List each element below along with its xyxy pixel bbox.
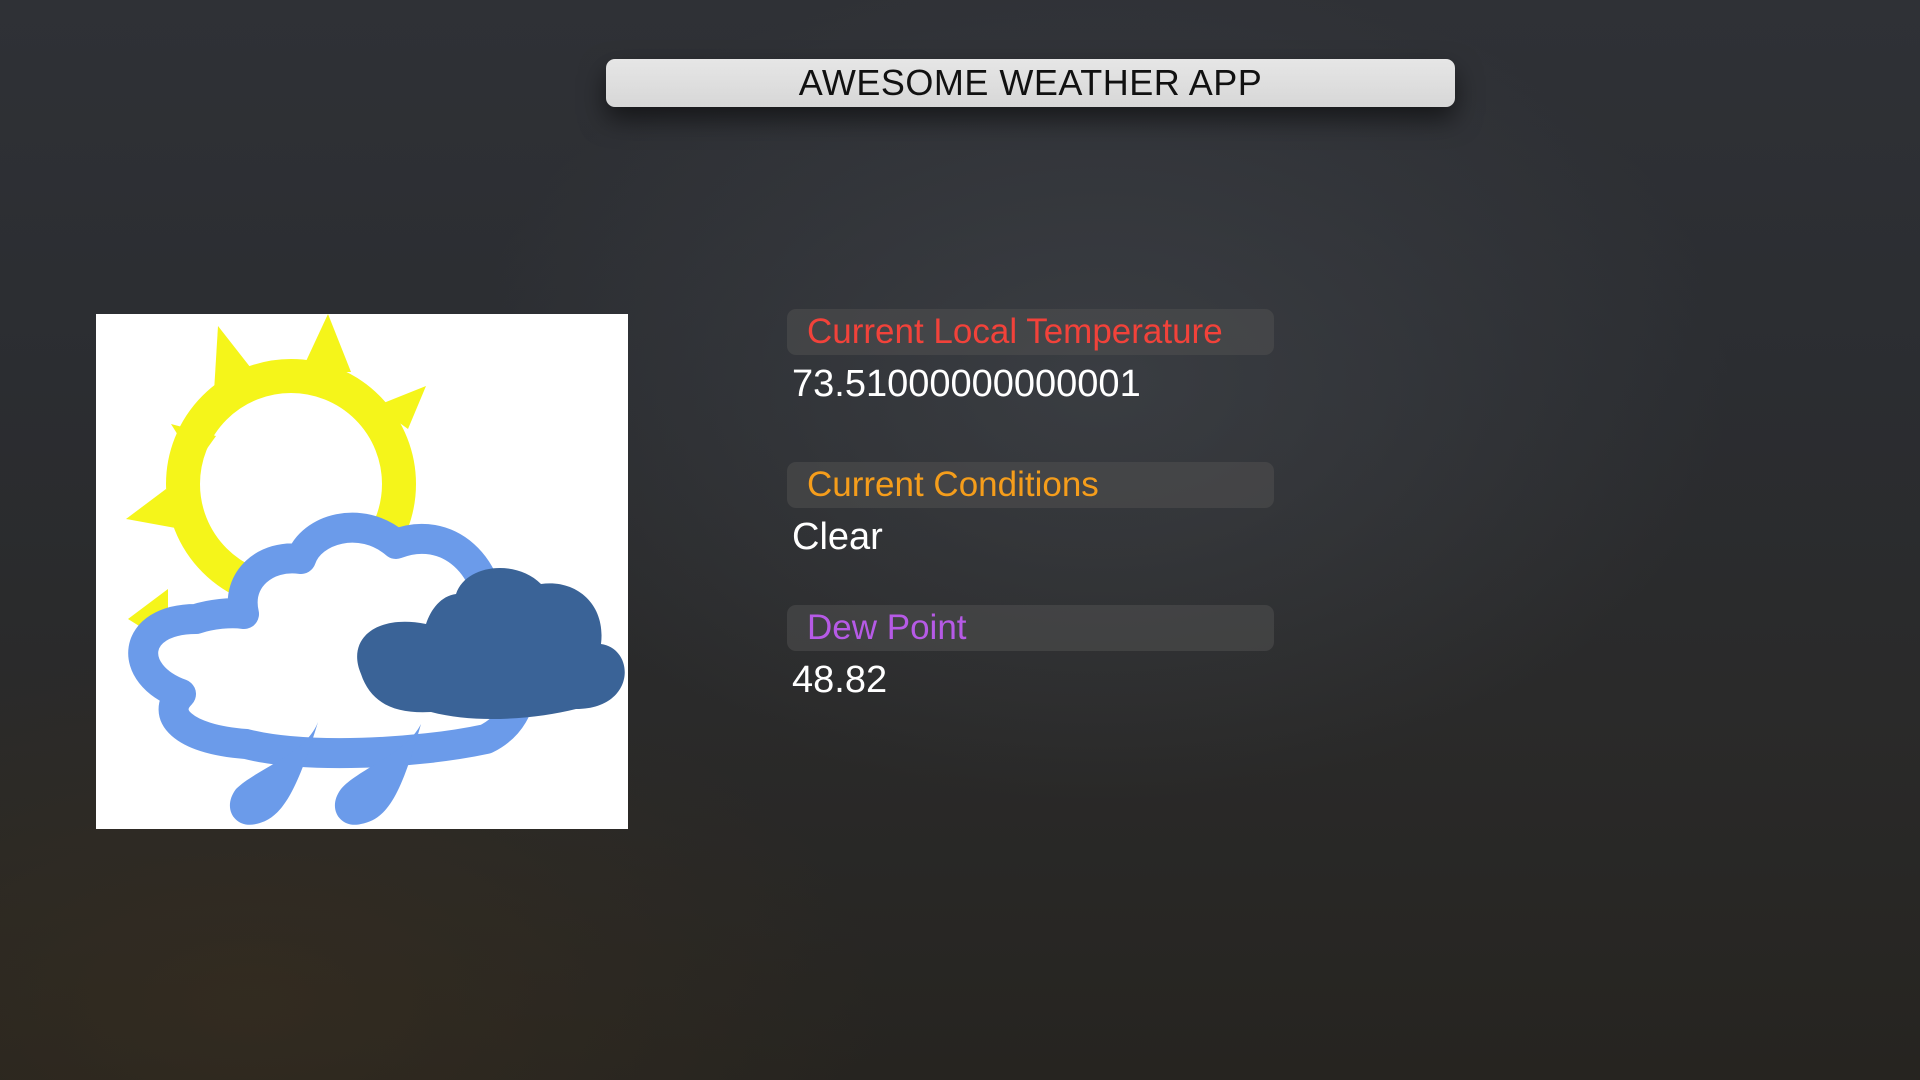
dew-point-value: 48.82 (792, 659, 888, 701)
conditions-value: Clear (792, 516, 883, 558)
temperature-label: Current Local Temperature (807, 312, 1223, 351)
dew-point-section: Dew Point 48.82 (787, 605, 1274, 702)
app-title: AWESOME WEATHER APP (798, 62, 1263, 103)
dew-point-label: Dew Point (807, 608, 967, 647)
conditions-label-bar: Current Conditions (787, 462, 1274, 508)
temperature-value: 73.51000000000001 (792, 363, 1141, 405)
temperature-section: Current Local Temperature 73.51000000000… (787, 309, 1274, 406)
dew-point-label-bar: Dew Point (787, 605, 1274, 651)
conditions-section: Current Conditions Clear (787, 462, 1274, 559)
temperature-label-bar: Current Local Temperature (787, 309, 1274, 355)
conditions-label: Current Conditions (807, 465, 1099, 504)
weather-image (96, 314, 628, 829)
partly-cloudy-rain-icon (126, 314, 625, 825)
app-title-bar: AWESOME WEATHER APP (606, 59, 1455, 107)
